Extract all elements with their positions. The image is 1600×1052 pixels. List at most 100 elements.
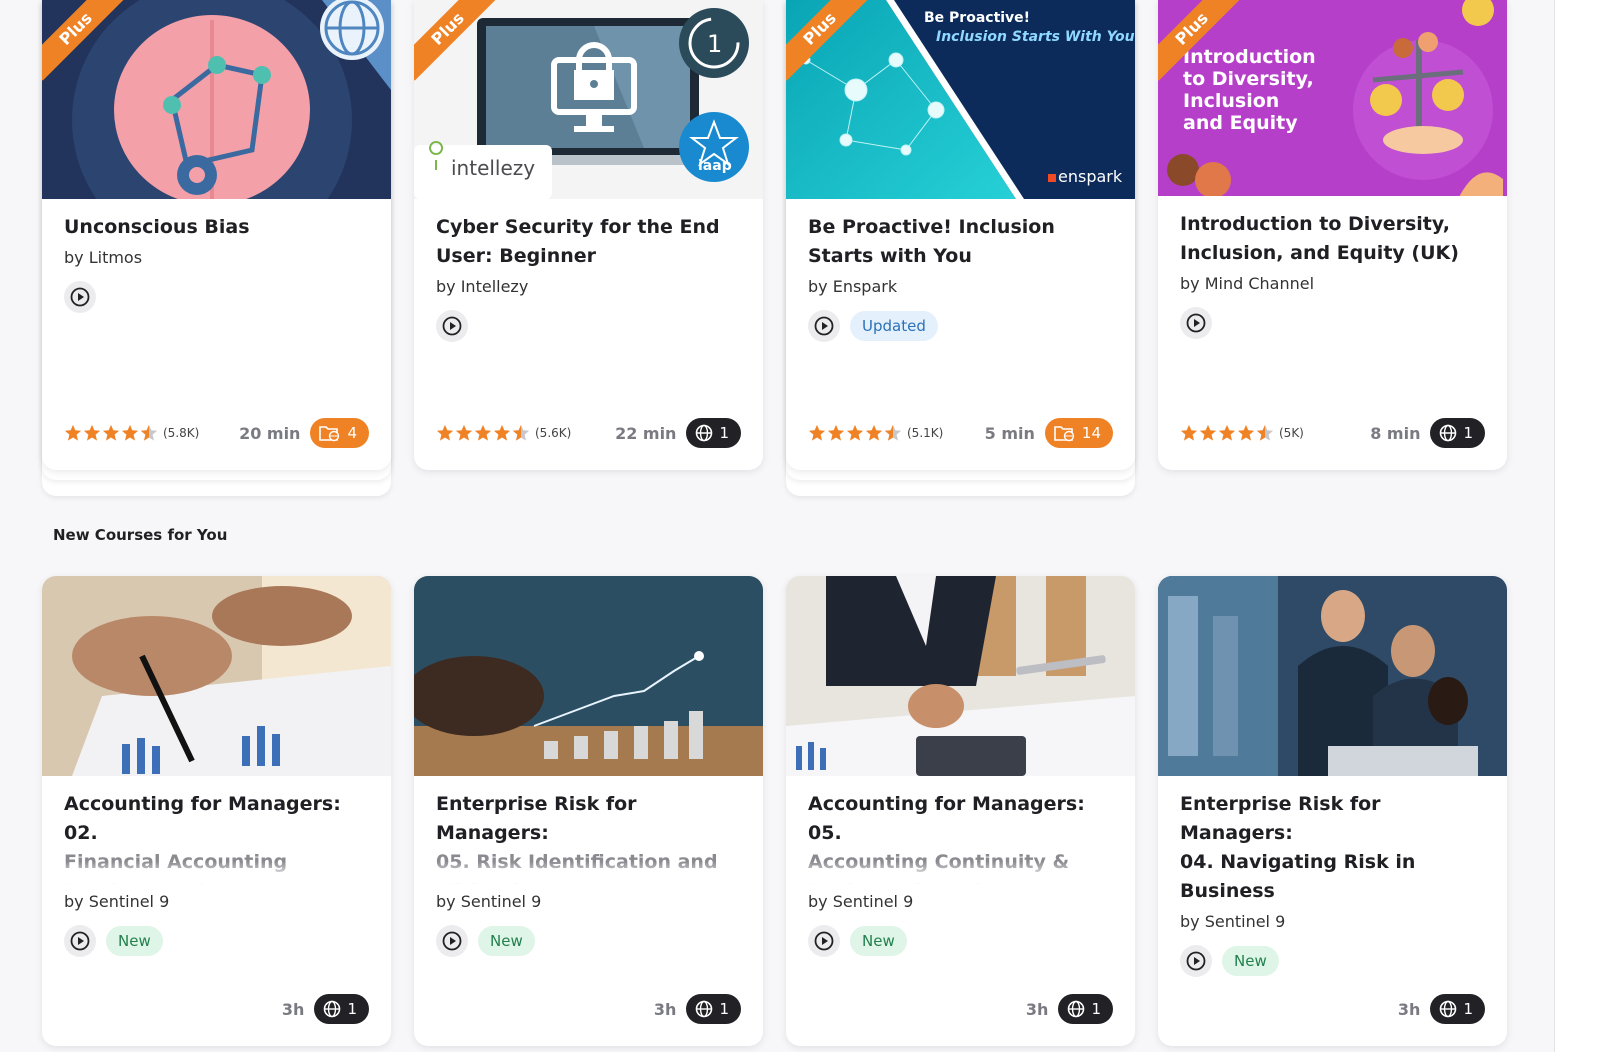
scrollbar-track[interactable] [1554, 0, 1600, 1052]
star-icon [493, 424, 511, 441]
play-icon[interactable] [436, 925, 468, 957]
course-title[interactable]: Enterprise Risk for Managers: 04. Naviga… [1180, 790, 1485, 906]
course-thumbnail [1158, 576, 1507, 776]
course-title[interactable]: Accounting for Managers: 05. Accounting … [808, 790, 1113, 884]
languages-count: 4 [347, 424, 357, 442]
course-duration: 20 min [239, 423, 301, 443]
play-icon[interactable] [64, 925, 96, 957]
course-title[interactable]: Cyber Security for the End User: Beginne… [436, 213, 741, 271]
proactive-title-line2: Inclusion Starts With You [936, 29, 1135, 45]
rating-count: (5.6K) [535, 426, 572, 440]
star-half-icon [884, 424, 902, 441]
star-icon [1237, 424, 1255, 441]
course-card[interactable]: Enterprise Risk for Managers: 04. Naviga… [1158, 576, 1507, 1046]
languages-count: 1 [719, 1000, 729, 1018]
languages-badge[interactable]: 1 [686, 994, 741, 1024]
course-author: by Mind Channel [1180, 274, 1315, 293]
star-icon [846, 424, 864, 441]
course-card-stack: Plus Unconscious Bias by Litmos (5.8K) 2… [42, 0, 391, 496]
languages-badge[interactable]: 14 [1044, 418, 1113, 448]
languages-badge[interactable]: 1 [314, 994, 369, 1024]
course-card-wrap: Accounting for Managers: 02. Financial A… [42, 576, 391, 1046]
star-icon [436, 424, 454, 441]
course-card[interactable]: Introduction to Diversity, Inclusion and… [1158, 0, 1507, 470]
star-icon [121, 424, 139, 441]
globe-icon [696, 424, 713, 442]
star-icon [102, 424, 120, 441]
course-card[interactable]: Enterprise Risk for Managers: 05. Risk I… [414, 576, 763, 1046]
course-card-wrap: Enterprise Risk for Managers: 05. Risk I… [414, 576, 763, 1046]
languages-badge[interactable]: 1 [1430, 418, 1485, 448]
star-half-icon [140, 424, 158, 441]
new-badge: New [1222, 946, 1279, 976]
languages-badge[interactable]: 1 [686, 418, 741, 448]
course-author: by Sentinel 9 [64, 892, 170, 911]
play-icon[interactable] [64, 281, 96, 313]
course-title[interactable]: Unconscious Bias [64, 213, 369, 242]
course-card[interactable]: Accounting for Managers: 05. Accounting … [786, 576, 1135, 1046]
dei-title-line3: Inclusion [1183, 90, 1280, 112]
star-icon [1180, 424, 1198, 441]
dei-title-line2: to Diversity, [1183, 68, 1314, 90]
course-title[interactable]: Enterprise Risk for Managers: 05. Risk I… [436, 790, 741, 884]
play-icon[interactable] [1180, 945, 1212, 977]
course-title-line1: Accounting for Managers: 02. [64, 793, 341, 844]
course-title-line1: Enterprise Risk for Managers: [1180, 793, 1381, 844]
course-title-line1: Enterprise Risk for Managers: [436, 793, 637, 844]
course-card[interactable]: intellezy 1 iaap Plus Cyber Security for… [414, 0, 763, 470]
play-icon[interactable] [808, 310, 840, 342]
course-duration: 3h [1397, 999, 1421, 1019]
course-thumbnail [414, 576, 763, 776]
rating-count: (5.1K) [907, 426, 944, 440]
course-card[interactable]: Accounting for Managers: 02. Financial A… [42, 576, 391, 1046]
updated-badge: Updated [850, 311, 938, 341]
languages-badge[interactable]: 4 [310, 418, 369, 448]
course-card[interactable]: Plus Unconscious Bias by Litmos (5.8K) 2… [42, 0, 391, 470]
star-icon [474, 424, 492, 441]
course-card[interactable]: Be Proactive! Inclusion Starts With You … [786, 0, 1135, 470]
globe-icon [696, 1000, 713, 1018]
rating-count: (5.8K) [163, 426, 200, 440]
course-title-line1: Accounting for Managers: 05. [808, 793, 1085, 844]
star-icon [1218, 424, 1236, 441]
course-author: by Litmos [64, 248, 143, 267]
languages-count: 1 [1091, 1000, 1101, 1018]
new-badge: New [850, 926, 907, 956]
star-icon [808, 424, 826, 441]
course-title[interactable]: Be Proactive! Inclusion Starts with You [808, 213, 1113, 271]
globe-icon [1068, 1000, 1085, 1018]
star-rating: (5K) [1180, 424, 1304, 442]
course-author: by Sentinel 9 [1180, 912, 1286, 931]
play-icon[interactable] [808, 925, 840, 957]
course-thumbnail [786, 576, 1135, 776]
course-thumbnail: Introduction to Diversity, Inclusion and… [1158, 0, 1507, 196]
course-duration: 3h [653, 999, 677, 1019]
section-heading: New Courses for You [53, 526, 228, 544]
languages-count: 1 [347, 1000, 357, 1018]
dei-title-line4: and Equity [1183, 112, 1298, 134]
star-icon [1199, 424, 1217, 441]
course-card-wrap: Accounting for Managers: 05. Accounting … [786, 576, 1135, 1046]
star-half-icon [1256, 424, 1274, 441]
star-rating: (5.6K) [436, 424, 571, 442]
languages-badge[interactable]: 1 [1430, 994, 1485, 1024]
new-badge: New [106, 926, 163, 956]
play-icon[interactable] [436, 310, 468, 342]
course-title[interactable]: Introduction to Diversity, Inclusion, an… [1180, 210, 1485, 268]
new-badge: New [478, 926, 535, 956]
course-title[interactable]: Accounting for Managers: 02. Financial A… [64, 790, 369, 884]
multi-language-folder-icon [1054, 426, 1075, 442]
course-title-rest: 05. Risk Identification and Mitigation [436, 851, 718, 884]
play-icon[interactable] [1180, 307, 1212, 339]
enspark-logo-text: enspark [1058, 167, 1123, 186]
course-duration: 3h [1025, 999, 1049, 1019]
course-duration: 5 min [984, 423, 1035, 443]
languages-badge[interactable]: 1 [1058, 994, 1113, 1024]
languages-count: 14 [1081, 424, 1101, 442]
course-title-rest: Accounting Continuity & Business Growth [808, 851, 1070, 884]
course-author: by Intellezy [436, 277, 529, 296]
star-icon [64, 424, 82, 441]
languages-count: 1 [1463, 1000, 1473, 1018]
course-author: by Sentinel 9 [808, 892, 914, 911]
star-half-icon [512, 424, 530, 441]
